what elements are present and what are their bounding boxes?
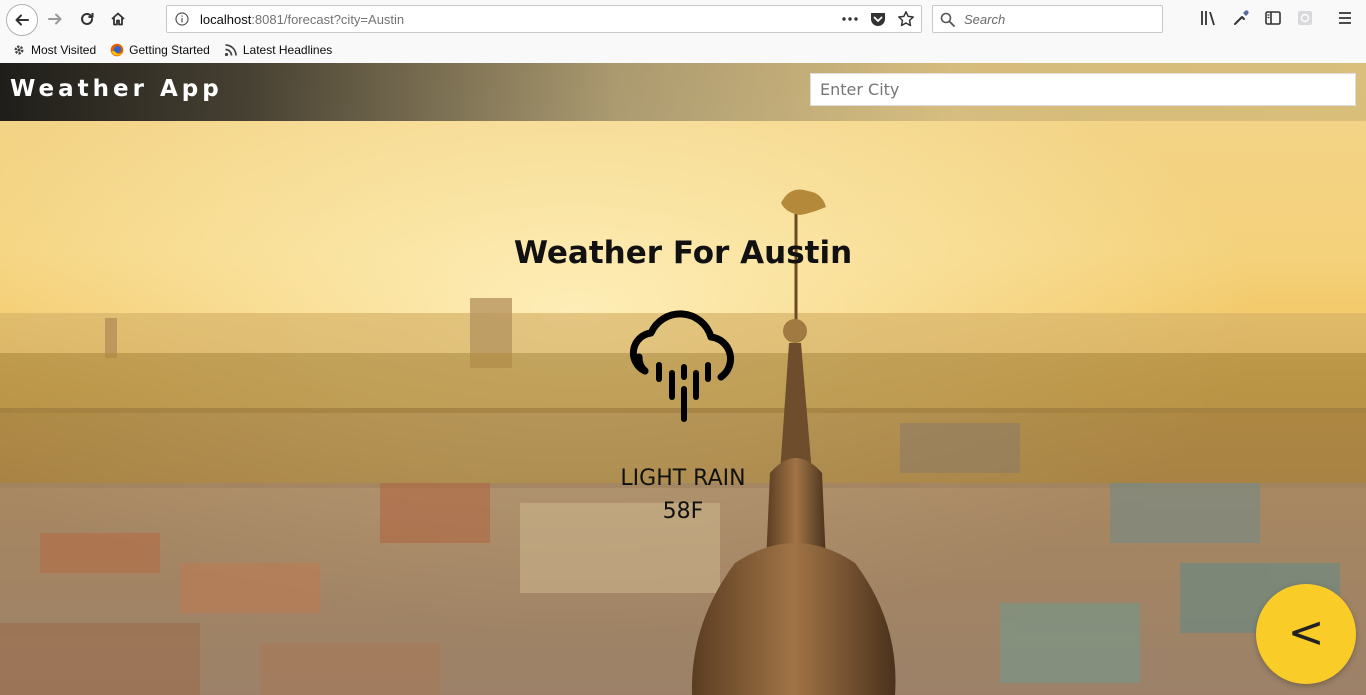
forecast-heading: Weather For Austin [513, 235, 853, 271]
bookmark-getting-started[interactable]: Getting Started [110, 43, 210, 57]
cloud-rain-icon [629, 310, 734, 422]
temperature: 58F [662, 499, 704, 524]
arrow-left-icon [15, 14, 29, 26]
browser-toolbar: localhost:8081/forecast?city=Austin Sear… [0, 0, 1366, 38]
browser-right-tools [1200, 9, 1314, 27]
city-search-input[interactable] [810, 73, 1356, 106]
url-bar[interactable]: localhost:8081/forecast?city=Austin [166, 5, 922, 33]
page-viewport: Weather App Weather For Austin LIGHT RAI… [0, 63, 1366, 695]
back-fab-button[interactable]: < [1256, 584, 1356, 684]
bookmarks-toolbar: Most Visited Getting Started Latest Head… [0, 39, 332, 61]
gear-icon [14, 45, 24, 55]
browser-chrome: localhost:8081/forecast?city=Austin Sear… [0, 0, 1366, 64]
forward-button[interactable] [41, 5, 69, 33]
home-icon [111, 12, 125, 26]
browser-search-bar[interactable]: Search [932, 5, 1163, 33]
menu-button[interactable] [1336, 9, 1354, 31]
arrow-right-icon [48, 13, 62, 25]
rss-icon [224, 44, 237, 57]
reload-icon [81, 12, 94, 25]
library-icon[interactable] [1200, 9, 1218, 27]
bookmark-label: Most Visited [31, 43, 97, 57]
url-host: localhost [200, 12, 252, 27]
home-button[interactable] [104, 5, 132, 33]
search-icon [940, 12, 955, 27]
bookmark-label: Getting Started [129, 43, 210, 57]
weather-condition: LIGHT RAIN [620, 466, 746, 491]
bookmark-label: Latest Headlines [242, 43, 333, 57]
bookmark-most-visited[interactable]: Most Visited [12, 43, 96, 57]
reload-button[interactable] [73, 5, 101, 33]
hamburger-icon [1339, 12, 1351, 24]
sidebar-icon[interactable] [1264, 9, 1282, 27]
search-placeholder: Search [964, 12, 1006, 27]
url-text[interactable]: localhost:8081/forecast?city=Austin [200, 12, 404, 27]
pocket-icon[interactable] [869, 10, 887, 28]
url-actions [841, 10, 915, 28]
extension-icon[interactable] [1296, 9, 1314, 27]
chevron-left-icon: < [1287, 607, 1325, 658]
more-actions-icon[interactable] [841, 10, 859, 28]
bookmark-star-icon[interactable] [897, 10, 915, 28]
eyedropper-icon[interactable] [1232, 9, 1250, 27]
url-path: :8081/forecast?city=Austin [251, 12, 405, 27]
back-button[interactable] [6, 4, 38, 36]
app-header: Weather App [0, 63, 1366, 121]
bookmark-latest-headlines[interactable]: Latest Headlines [224, 43, 332, 57]
info-icon[interactable] [175, 12, 189, 26]
firefox-icon [110, 43, 124, 57]
app-title: Weather App [10, 76, 223, 102]
